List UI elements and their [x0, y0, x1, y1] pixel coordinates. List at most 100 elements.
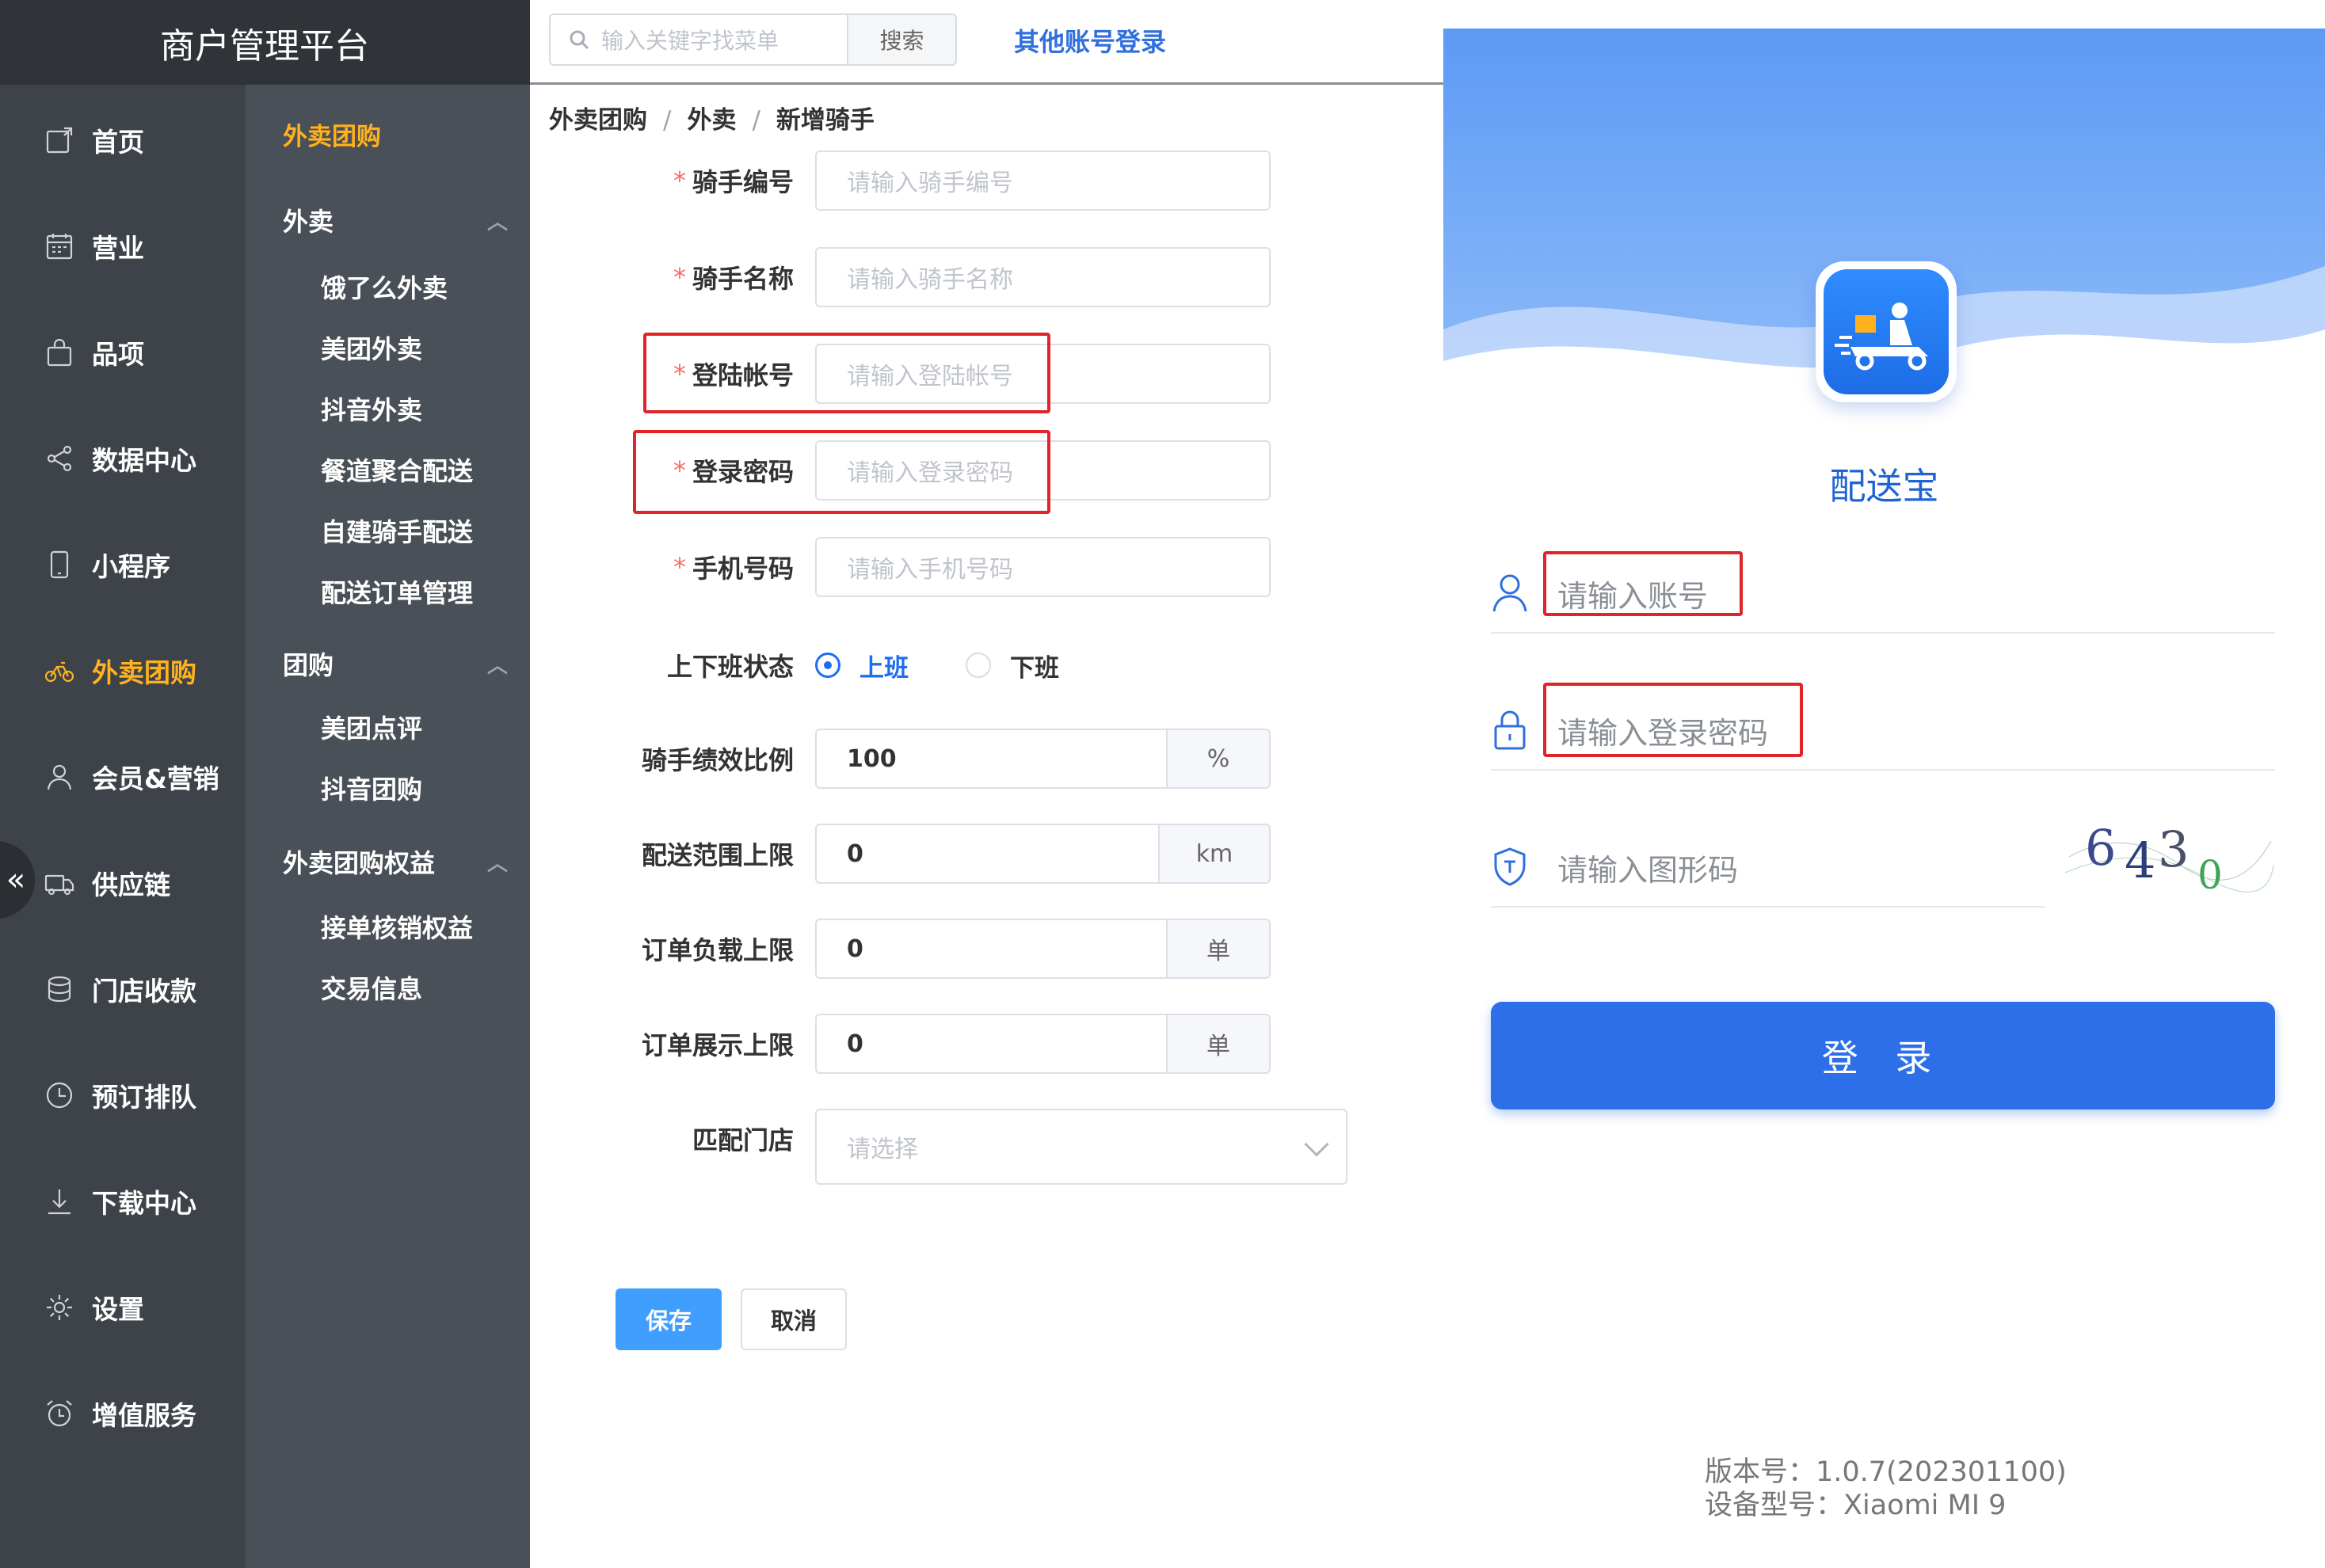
user-icon [1491, 572, 1529, 613]
highlight-box [1543, 551, 1743, 616]
breadcrumb-separator: / [752, 106, 760, 135]
match-store-select[interactable]: 请选择 [815, 1109, 1347, 1185]
nav-label: 小程序 [92, 551, 170, 582]
search-placeholder: 输入关键字找菜单 [601, 28, 779, 54]
nav-item-store-payment[interactable]: 门店收款 [0, 953, 246, 1025]
breadcrumb-separator: / [663, 106, 672, 135]
shift-status-radio-group: 上班 下班 [815, 635, 1116, 695]
phone-icon [43, 548, 76, 581]
order-display-input[interactable]: 0 [815, 1014, 1168, 1074]
home-icon [43, 124, 76, 157]
login-button[interactable]: 登 录 [1491, 1002, 2275, 1109]
label-text: 手机号码 [692, 554, 794, 584]
radio-label: 下班 [1010, 653, 1059, 683]
nav-label: 增值服务 [92, 1400, 196, 1431]
search-icon [570, 30, 589, 50]
subnav-item-meituan[interactable]: 美团外卖 [321, 329, 422, 366]
search-button[interactable]: 搜索 [847, 13, 957, 66]
delivery-scooter-icon [1835, 303, 1928, 371]
alarm-icon [43, 1397, 76, 1430]
breadcrumb-item: 新增骑手 [776, 106, 875, 135]
nav-item-takeout-groupbuy[interactable]: 外卖团购 [0, 635, 246, 706]
bag-icon [43, 336, 76, 369]
app-logo [1816, 261, 1957, 402]
form-row-match-store: 匹配门店 请选择 [530, 1109, 1443, 1185]
user-icon [43, 760, 76, 794]
form-row-delivery-range: 配送范围上限 0 km [530, 824, 1443, 887]
field-label: 上下班状态 [666, 652, 794, 682]
subnav-item-douyin-groupbuy[interactable]: 抖音团购 [321, 770, 422, 806]
sub-sidebar: 外卖团购 外卖 ︿ 饿了么外卖 美团外卖 抖音外卖 餐道聚合配送 自建骑手配送 … [246, 85, 530, 1568]
subnav-group-rights[interactable]: 外卖团购权益 ︿ [283, 843, 513, 880]
subnav-item-dianping[interactable]: 美团点评 [321, 709, 422, 745]
nav-item-settings[interactable]: 设置 [0, 1272, 246, 1343]
radio-off-duty[interactable]: 下班 [966, 648, 1059, 683]
nav-item-supply-chain[interactable]: 供应链 [0, 847, 246, 919]
captcha-image[interactable]: 6 4 3 0 [2061, 809, 2275, 896]
form-row-phone: * 手机号码 请输入手机号码 [530, 537, 1443, 600]
save-button[interactable]: 保存 [616, 1288, 722, 1350]
nav-item-miniprogram[interactable]: 小程序 [0, 529, 246, 600]
field-label: * 骑手编号 [673, 150, 794, 211]
nav-item-products[interactable]: 品项 [0, 317, 246, 388]
required-mark: * [673, 166, 686, 196]
gear-icon [43, 1291, 76, 1324]
nav-label: 外卖团购 [92, 657, 196, 688]
top-bar: 输入关键字找菜单 搜索 其他账号登录 [530, 0, 1443, 85]
subnav-group-groupbuy[interactable]: 团购 ︿ [283, 645, 513, 682]
subnav-item-eleme[interactable]: 饿了么外卖 [321, 268, 448, 305]
subnav-item-douyin-takeout[interactable]: 抖音外卖 [321, 390, 422, 427]
subnav-item-transactions[interactable]: 交易信息 [321, 969, 422, 1006]
performance-ratio-input[interactable]: 100 [815, 729, 1168, 789]
subnav-item-candao[interactable]: 餐道聚合配送 [321, 451, 473, 488]
order-load-input[interactable]: 0 [815, 919, 1168, 979]
other-account-login-link[interactable]: 其他账号登录 [1014, 22, 1166, 59]
device-text: 设备型号：Xiaomi MI 9 [1705, 1490, 2007, 1521]
captcha-row: 请输入图形码 [1491, 828, 2045, 908]
nav-label: 品项 [92, 339, 144, 370]
nav-item-download-center[interactable]: 下载中心 [0, 1166, 246, 1237]
breadcrumb-item[interactable]: 外卖 [687, 106, 736, 135]
rider-no-input[interactable]: 请输入骑手编号 [815, 150, 1271, 211]
subnav-item-order-verify[interactable]: 接单核销权益 [321, 908, 473, 945]
nav-label: 下载中心 [92, 1188, 196, 1219]
highlight-box [1543, 683, 1803, 757]
share-icon [43, 442, 76, 475]
svg-text:4: 4 [2125, 832, 2155, 889]
field-label: * 骑手名称 [673, 247, 794, 307]
truck-icon [43, 866, 76, 900]
nav-label: 营业 [92, 233, 144, 264]
radio-on-duty[interactable]: 上班 [815, 648, 909, 683]
captcha-input[interactable]: 请输入图形码 [1557, 846, 1738, 889]
unit-suffix: 单 [1168, 919, 1271, 979]
brand-title: 商户管理平台 [0, 0, 530, 85]
subnav-item-own-rider[interactable]: 自建骑手配送 [321, 512, 473, 549]
chevron-up-icon: ︿ [486, 210, 508, 234]
nav-item-home[interactable]: 首页 [0, 105, 246, 176]
menu-search-input[interactable]: 输入关键字找菜单 [549, 13, 853, 66]
form-row-rider-no: * 骑手编号 请输入骑手编号 [530, 150, 1443, 214]
field-label: 订单展示上限 [641, 1030, 794, 1060]
label-text: 骑手编号 [692, 167, 794, 197]
subnav-group-takeout[interactable]: 外卖 ︿ [283, 202, 513, 238]
field-label: 配送范围上限 [641, 840, 794, 870]
nav-item-reservation[interactable]: 预订排队 [0, 1060, 246, 1131]
chevron-up-icon: ︿ [486, 851, 508, 876]
nav-item-business[interactable]: 营业 [0, 211, 246, 282]
nav-item-members[interactable]: 会员&营销 [0, 741, 246, 813]
subnav-item-delivery-orders[interactable]: 配送订单管理 [321, 573, 473, 610]
nav-label: 预订排队 [92, 1082, 196, 1113]
form-row-rider-name: * 骑手名称 请输入骑手名称 [530, 247, 1443, 310]
rider-name-input[interactable]: 请输入骑手名称 [815, 247, 1271, 307]
phone-input[interactable]: 请输入手机号码 [815, 537, 1271, 597]
cancel-button[interactable]: 取消 [741, 1288, 847, 1350]
nav-item-value-added[interactable]: 增值服务 [0, 1378, 246, 1449]
mobile-login-screen: 配送宝 请输入账号 请输入登录密码 请输入图形码 6 4 3 0 登 录 版本号… [1443, 0, 2325, 1568]
main-sidebar: 首页 营业 品项 数据中心 小程序 外卖团购 会员&营销 供应链 门店收款 预订… [0, 0, 246, 1568]
nav-label: 会员&营销 [92, 763, 219, 794]
highlight-box [633, 430, 1050, 514]
delivery-range-input[interactable]: 0 [815, 824, 1160, 884]
unit-suffix: km [1160, 824, 1271, 884]
nav-item-data-center[interactable]: 数据中心 [0, 423, 246, 494]
breadcrumb-item[interactable]: 外卖团购 [549, 106, 647, 135]
